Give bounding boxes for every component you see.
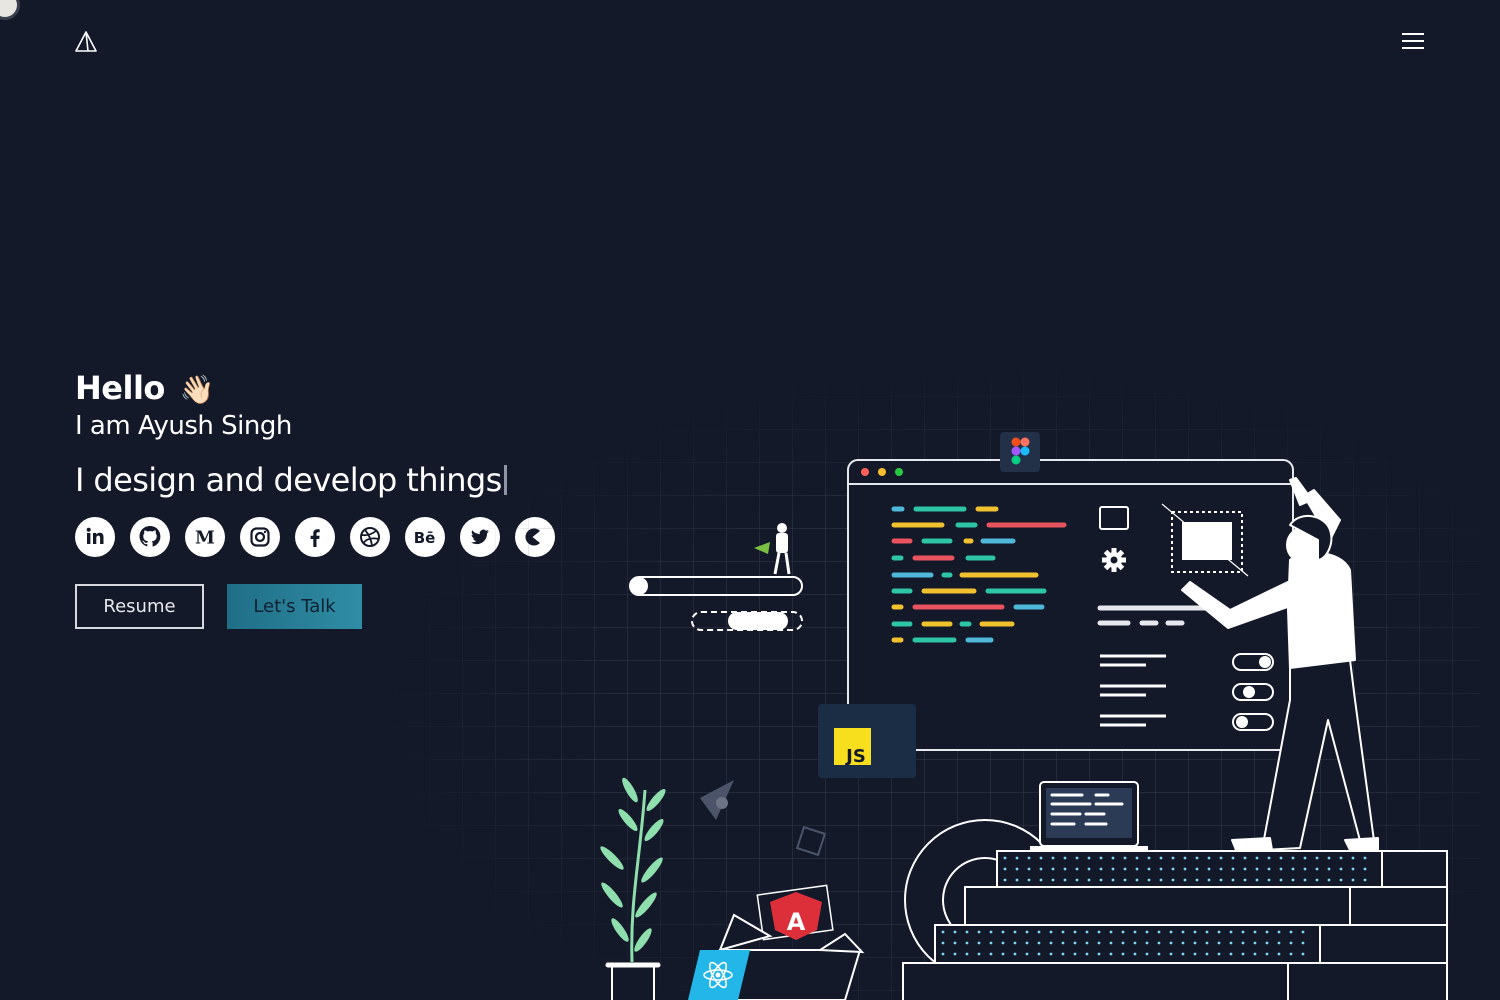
cursor-indicator (0, 0, 20, 20)
figma-icon (1000, 432, 1040, 472)
javascript-icon: JS (818, 704, 916, 778)
svg-text:M: M (195, 528, 215, 549)
developer-illustration: JS A (380, 365, 1480, 1000)
github-icon[interactable] (130, 517, 170, 557)
lets-talk-button[interactable]: Let's Talk (227, 584, 362, 629)
hamburger-menu-icon[interactable] (1402, 31, 1426, 51)
js-badge-label: JS (844, 746, 866, 767)
angular-icon: A (756, 884, 834, 941)
svg-text:A: A (787, 908, 806, 936)
triangle-logo-icon[interactable] (74, 30, 98, 54)
selected-box (1182, 522, 1232, 560)
medium-icon[interactable]: M (185, 517, 225, 557)
toggle-knob (1236, 716, 1248, 728)
gear-icon (1102, 548, 1126, 572)
toggle-knob (1243, 686, 1255, 698)
instagram-icon[interactable] (240, 517, 280, 557)
resume-button[interactable]: Resume (75, 584, 204, 629)
greeting-text: Hello (75, 369, 165, 407)
facebook-icon[interactable] (295, 517, 335, 557)
laptop-illustration (1030, 781, 1148, 852)
wave-emoji-icon: 👋🏻 (179, 373, 215, 406)
linkedin-icon[interactable] (75, 517, 115, 557)
toggle-knob (1259, 656, 1271, 668)
